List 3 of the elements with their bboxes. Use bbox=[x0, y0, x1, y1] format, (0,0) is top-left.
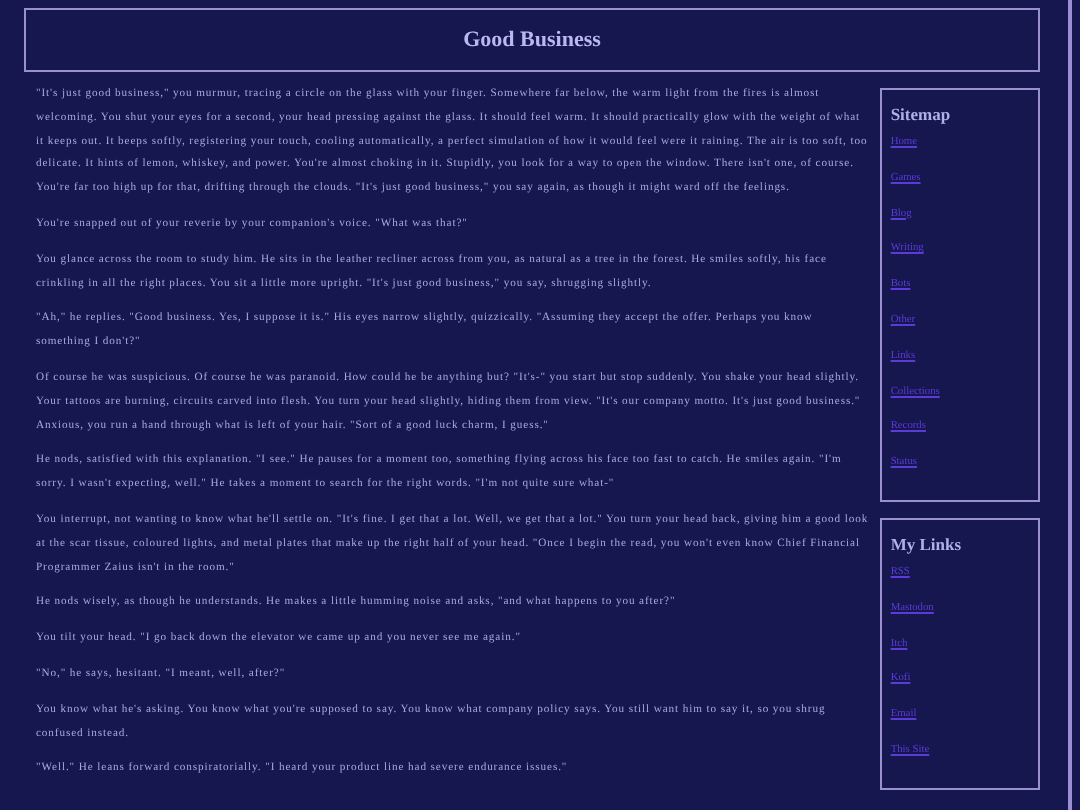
panel-heading: Sitemap bbox=[890, 104, 951, 124]
page-title: Good Business bbox=[463, 28, 601, 52]
panel-heading: My Links bbox=[890, 533, 962, 554]
